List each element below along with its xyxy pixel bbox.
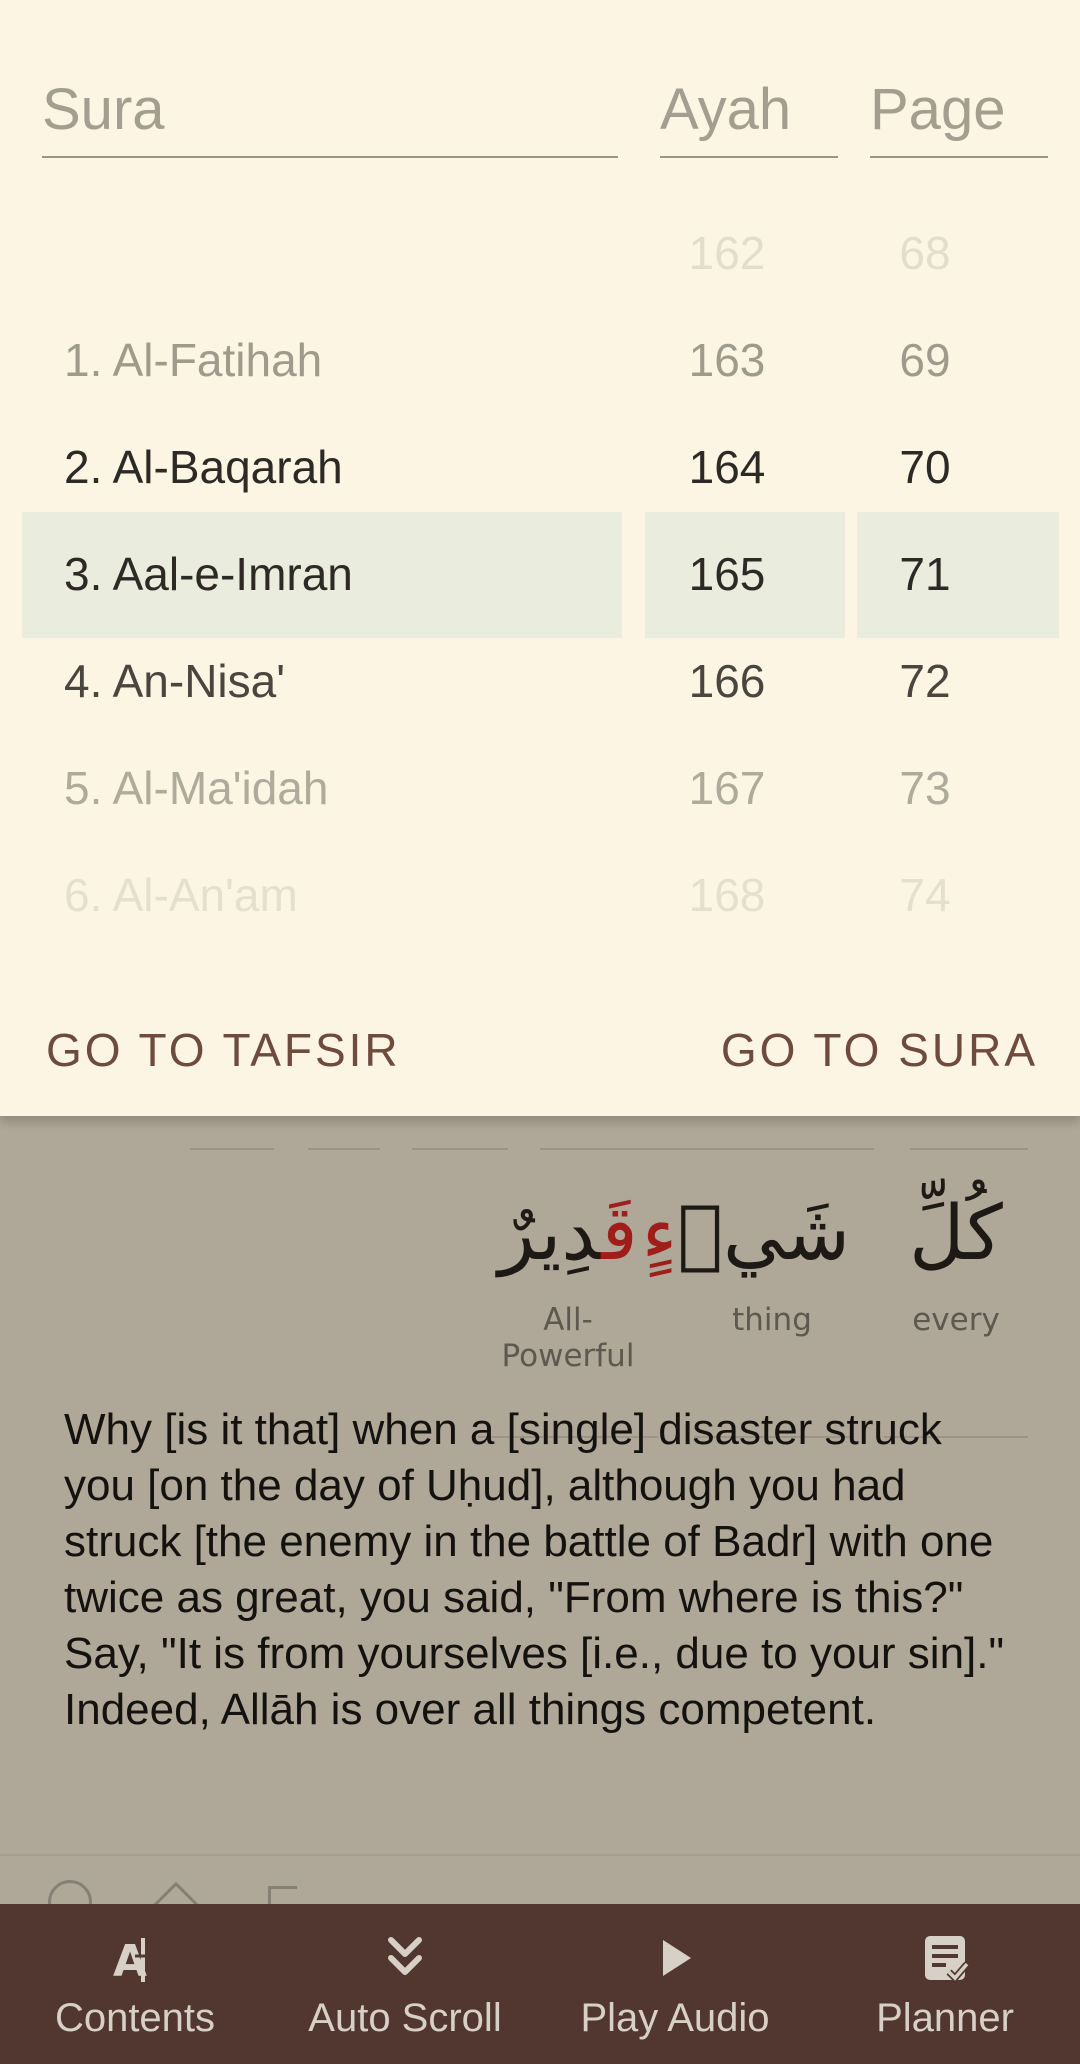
picker-row[interactable]: 162 68 <box>0 200 1080 307</box>
picker-row[interactable]: 1. Al-Fatihah 163 69 <box>0 307 1080 414</box>
planner-icon <box>830 1928 1060 1988</box>
ayah-option[interactable]: 163 <box>660 307 794 414</box>
bookmark-icon[interactable] <box>147 1881 205 1906</box>
picker-row[interactable]: 4. An-Nisa' 166 72 <box>0 628 1080 735</box>
number-picker[interactable]: 162 68 1. Al-Fatihah 163 69 2. Al-Baqara… <box>0 200 1080 940</box>
arabic-word: قَدِيرٌ <box>498 1188 638 1277</box>
sura-option[interactable]: 1. Al-Fatihah <box>64 307 322 414</box>
picker-row[interactable]: 6. Al-An'am 168 74 <box>0 842 1080 949</box>
nav-play-audio[interactable]: Play Audio <box>560 1904 790 2064</box>
word-gloss: All-Powerful <box>501 1302 635 1374</box>
ayah-column-header[interactable]: Ayah <box>660 70 838 158</box>
tafsir-icon[interactable] <box>48 1880 92 1906</box>
page-option[interactable]: 69 <box>870 307 980 414</box>
nav-play-audio-label: Play Audio <box>580 1996 770 2040</box>
picker-row-selected[interactable]: 3. Aal-e-Imran 165 71 <box>0 521 1080 628</box>
selected-page[interactable]: 71 <box>870 521 980 628</box>
nav-planner[interactable]: Planner <box>830 1904 1060 2064</box>
divider <box>0 1854 1080 1856</box>
page-option[interactable]: 70 <box>870 414 980 521</box>
word-qadir[interactable]: قَدِيرٌ All-Powerful <box>478 1178 658 1438</box>
verse-translation: Why [is it that] when a [single] disaste… <box>64 1405 1005 1734</box>
go-to-tafsir-button[interactable]: GO TO TAFSIR <box>46 1010 401 1090</box>
selected-ayah[interactable]: 165 <box>660 521 794 628</box>
page-option[interactable]: 73 <box>870 735 980 842</box>
word-gloss: thing <box>732 1302 812 1338</box>
arabic-word: كُلِّ <box>909 1188 1003 1277</box>
picker-row[interactable]: 2. Al-Baqarah 164 70 <box>0 414 1080 521</box>
page-column-header[interactable]: Page <box>870 70 1048 158</box>
page-option[interactable]: 72 <box>870 628 980 735</box>
ayah-option[interactable]: 162 <box>660 200 794 307</box>
auto-scroll-icon <box>290 1928 520 1988</box>
bottom-navigation: A Contents Auto Scroll Play Audio Planne… <box>0 1904 1080 2064</box>
verse-toolbar <box>48 1876 348 1906</box>
word-shay[interactable]: شَيۡءٍ thing <box>641 1178 850 1438</box>
nav-auto-scroll[interactable]: Auto Scroll <box>290 1904 520 2064</box>
sura-option[interactable]: 6. Al-An'am <box>64 842 298 949</box>
word-gloss: every <box>912 1302 1000 1338</box>
picker-row[interactable]: 5. Al-Ma'idah 167 73 <box>0 735 1080 842</box>
ayah-option[interactable]: 167 <box>660 735 794 842</box>
add-note-icon[interactable] <box>268 1886 297 1906</box>
word-underlines-top <box>0 1148 1080 1150</box>
sheet-actions: GO TO TAFSIR GO TO SURA <box>0 1010 1080 1090</box>
sura-option[interactable]: 4. An-Nisa' <box>64 628 285 735</box>
word-kull[interactable]: كُلِّ every <box>884 1178 1028 1438</box>
ayah-option[interactable]: 166 <box>660 628 794 735</box>
play-icon <box>560 1928 790 1988</box>
ayah-option[interactable]: 164 <box>660 414 794 521</box>
contents-icon: A <box>20 1928 250 1988</box>
nav-planner-label: Planner <box>876 1996 1014 2040</box>
nav-contents[interactable]: A Contents <box>20 1904 250 2064</box>
selected-sura[interactable]: 3. Aal-e-Imran <box>64 521 353 628</box>
nav-auto-scroll-label: Auto Scroll <box>308 1996 502 2040</box>
go-to-sura-button[interactable]: GO TO SURA <box>721 1010 1038 1090</box>
sura-option[interactable]: 2. Al-Baqarah <box>64 414 343 521</box>
nav-contents-label: Contents <box>54 1996 216 2040</box>
sura-column-header[interactable]: Sura <box>42 70 618 158</box>
verse-view: قَدِيرٌ All-Powerful شَيۡءٍ thing كُلِّ … <box>0 1116 1080 1906</box>
sura-option[interactable]: 5. Al-Ma'idah <box>64 735 328 842</box>
page-option[interactable]: 74 <box>870 842 980 949</box>
arabic-word: شَيۡءٍ <box>641 1188 850 1277</box>
page-option[interactable]: 68 <box>870 200 980 307</box>
goto-sheet: Sura Ayah Page 162 68 1. Al-Fatihah 163 … <box>0 0 1080 1116</box>
ayah-option[interactable]: 168 <box>660 842 794 949</box>
